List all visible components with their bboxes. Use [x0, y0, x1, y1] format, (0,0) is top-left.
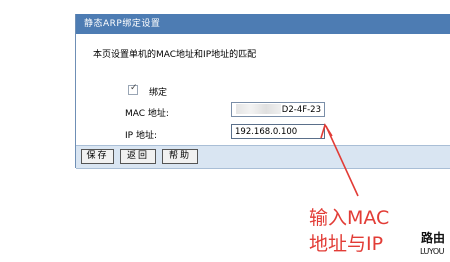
annotation-line-1: 输入MAC	[309, 207, 390, 229]
logo-english-text: LUYOU	[420, 247, 445, 256]
logo-chinese-text: 路由	[421, 231, 446, 245]
site-logo: 路由 LUYOU	[420, 229, 450, 262]
annotation-line-2: 地址与IP	[309, 233, 384, 255]
